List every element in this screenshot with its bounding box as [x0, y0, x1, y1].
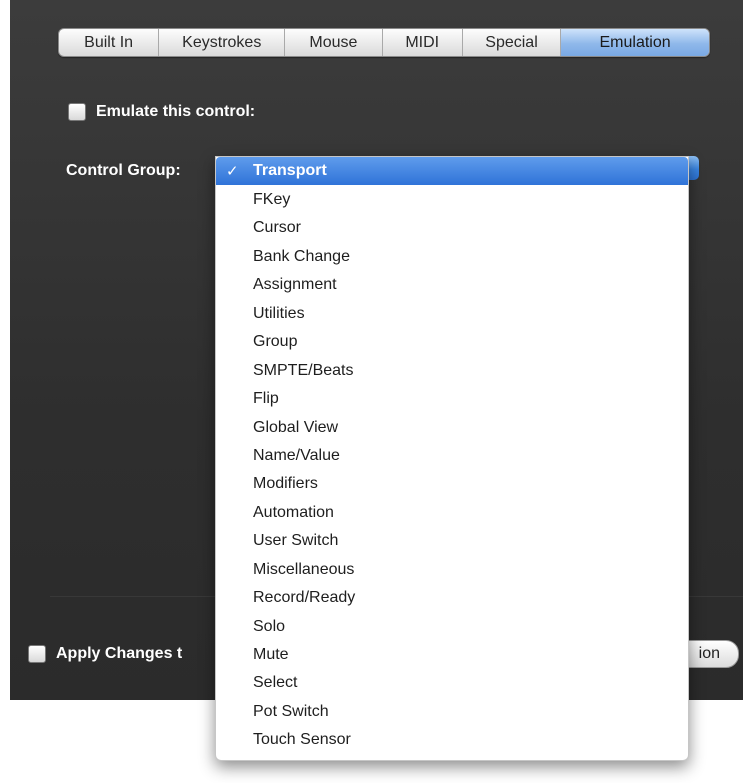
menu-item-label: Assignment	[253, 276, 337, 293]
menu-item-label: Transport	[253, 162, 327, 179]
menu-item-global-view[interactable]: Global View	[216, 414, 688, 442]
apply-changes-row: Apply Changes t	[28, 645, 182, 663]
menu-item-miscellaneous[interactable]: Miscellaneous	[216, 556, 688, 584]
menu-item-flip[interactable]: Flip	[216, 385, 688, 413]
menu-item-utilities[interactable]: Utilities	[216, 300, 688, 328]
menu-item-solo[interactable]: Solo	[216, 613, 688, 641]
menu-item-name-value[interactable]: Name/Value	[216, 442, 688, 470]
control-group-menu: ✓ Transport FKey Cursor Bank Change Assi…	[215, 156, 689, 761]
menu-item-record-ready[interactable]: Record/Ready	[216, 584, 688, 612]
apply-changes-checkbox[interactable]	[28, 645, 46, 663]
menu-item-transport[interactable]: ✓ Transport	[216, 157, 688, 185]
tab-special[interactable]: Special	[463, 29, 562, 56]
menu-item-assignment[interactable]: Assignment	[216, 271, 688, 299]
menu-item-label: Mute	[253, 646, 289, 663]
tab-bar: Built In Keystrokes Mouse MIDI Special E…	[58, 28, 710, 57]
menu-item-label: Bank Change	[253, 248, 350, 265]
menu-item-label: Touch Sensor	[253, 731, 351, 748]
menu-item-pot-switch[interactable]: Pot Switch	[216, 698, 688, 726]
emulate-control-label: Emulate this control:	[96, 103, 256, 120]
tab-built-in[interactable]: Built In	[59, 29, 160, 56]
menu-item-label: Miscellaneous	[253, 561, 355, 578]
menu-item-automation[interactable]: Automation	[216, 499, 688, 527]
menu-item-modifiers[interactable]: Modifiers	[216, 470, 688, 498]
right-action-button-label: ion	[698, 645, 720, 662]
menu-item-label: Automation	[253, 504, 334, 521]
tab-keystrokes[interactable]: Keystrokes	[159, 29, 286, 56]
menu-item-label: Name/Value	[253, 447, 340, 464]
tab-mouse[interactable]: Mouse	[285, 29, 383, 56]
control-group-label: Control Group:	[66, 162, 181, 179]
tab-midi[interactable]: MIDI	[383, 29, 463, 56]
checkmark-icon: ✓	[226, 163, 239, 180]
menu-item-label: User Switch	[253, 532, 339, 549]
menu-item-cursor[interactable]: Cursor	[216, 214, 688, 242]
menu-item-label: Record/Ready	[253, 589, 356, 606]
menu-item-group[interactable]: Group	[216, 328, 688, 356]
menu-item-label: Global View	[253, 419, 339, 436]
menu-item-label: Pot Switch	[253, 703, 329, 720]
emulate-control-checkbox[interactable]	[68, 103, 86, 121]
menu-item-label: SMPTE/Beats	[253, 362, 354, 379]
menu-item-label: Modifiers	[253, 475, 318, 492]
menu-item-label: Group	[253, 333, 298, 350]
menu-item-label: Utilities	[253, 305, 305, 322]
menu-item-label: Flip	[253, 390, 279, 407]
menu-item-bank-change[interactable]: Bank Change	[216, 243, 688, 271]
menu-item-select[interactable]: Select	[216, 669, 688, 697]
menu-item-fkey[interactable]: FKey	[216, 186, 688, 214]
menu-item-user-switch[interactable]: User Switch	[216, 527, 688, 555]
menu-item-touch-sensor[interactable]: Touch Sensor	[216, 726, 688, 754]
menu-item-label: FKey	[253, 191, 291, 208]
menu-item-label: Cursor	[253, 219, 302, 236]
menu-item-mute[interactable]: Mute	[216, 641, 688, 669]
tab-emulation[interactable]: Emulation	[561, 29, 709, 56]
menu-item-label: Solo	[253, 618, 286, 635]
menu-item-smpte-beats[interactable]: SMPTE/Beats	[216, 357, 688, 385]
emulate-control-row: Emulate this control:	[68, 103, 255, 121]
apply-changes-label: Apply Changes t	[56, 645, 183, 662]
menu-item-label: Select	[253, 674, 298, 691]
